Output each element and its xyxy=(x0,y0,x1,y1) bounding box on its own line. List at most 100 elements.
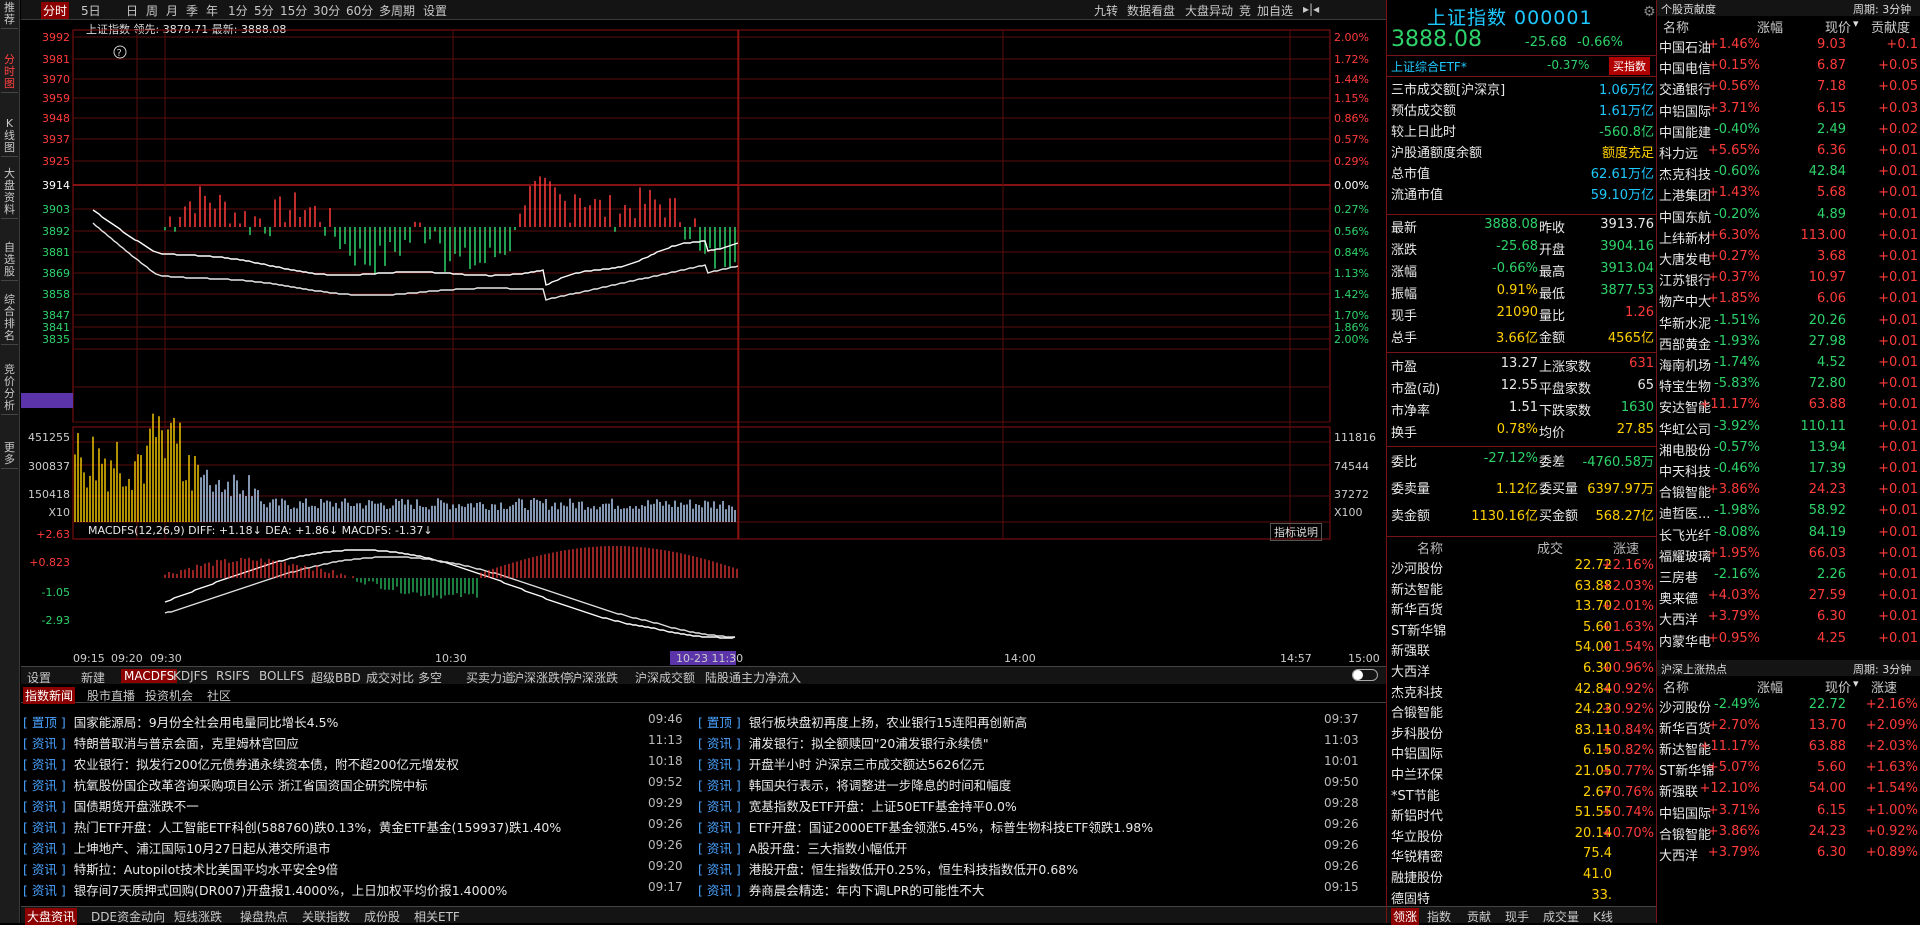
contribution-rank-stock-name[interactable]: 长飞光纤 xyxy=(1659,525,1711,544)
bottom-tab[interactable]: DDE资金动向 xyxy=(91,908,165,925)
list-stock-name[interactable]: ST新华锦 xyxy=(1391,620,1446,639)
contribution-rank-stock-name[interactable]: 交通银行 xyxy=(1659,79,1711,98)
settings-icon[interactable]: ⚙ xyxy=(1643,4,1656,20)
bottom-tab[interactable]: 相关ETF xyxy=(414,908,460,925)
indicator-tab[interactable]: RSIFS xyxy=(216,669,250,683)
list-stock-name[interactable]: 新强联 xyxy=(1391,640,1430,659)
news-title[interactable]: 热门ETF开盘：人工智能ETF科创(588760)跌0.13%，黄金ETF基金(… xyxy=(74,820,562,835)
indicator-tab[interactable]: 沪深涨跌 xyxy=(570,669,618,686)
quote-bottom-tab[interactable]: 领涨 xyxy=(1391,908,1420,925)
contribution-rank-stock-name[interactable]: 中天科技 xyxy=(1659,461,1711,480)
indicator-tab[interactable]: 成交对比 xyxy=(366,669,414,686)
news-item[interactable]: [ 资讯 ] 券商晨会精选：年内下调LPR的可能性不大 xyxy=(698,880,984,900)
contribution-rank-stock-name[interactable]: 华新水泥 xyxy=(1659,313,1711,332)
news-item[interactable]: [ 资讯 ] 特斯拉：Autopilot技术比美国平均水平安全9倍 xyxy=(23,859,338,879)
news-title[interactable]: 港股开盘：恒生指数低开0.25%，恒生科技指数低开0.68% xyxy=(749,862,1078,877)
contribution-rank-stock-name[interactable]: 物产中大 xyxy=(1659,291,1711,310)
bottom-tab[interactable]: 成份股 xyxy=(364,908,400,925)
contribution-rank-stock-name[interactable]: 迪哲医... xyxy=(1659,503,1710,522)
news-title[interactable]: 浦发银行：拟全额赎回"20浦发银行永续债" xyxy=(749,736,989,751)
contribution-rank-stock-name[interactable]: 江苏银行 xyxy=(1659,270,1711,289)
news-item[interactable]: [ 资讯 ] 杭氧股份国企改革咨询采购项目公示 浙江省国资国企研究院中标 xyxy=(23,775,428,795)
news-item[interactable]: [ 资讯 ] 农业银行：拟发行200亿元债券通永续资本债，附不超200亿元增发权 xyxy=(23,754,459,774)
bottom-tab[interactable]: 短线涨跌 xyxy=(174,908,222,925)
list-stock-name[interactable]: 德固特 xyxy=(1391,888,1430,907)
hot-rank-stock-name[interactable]: 大西洋 xyxy=(1659,845,1698,864)
list-stock-name[interactable]: 中铝国际 xyxy=(1391,743,1443,762)
indicator-tab[interactable]: MACDFS xyxy=(121,669,178,683)
news-title[interactable]: ETF开盘：国证2000ETF基金领涨5.45%，标普生物科技ETF领跌1.98… xyxy=(749,820,1153,835)
indicator-tab[interactable]: KDJFS xyxy=(173,669,208,683)
news-title[interactable]: 上坤地产、浦江国际10月27日起从港交所退市 xyxy=(74,841,331,856)
quote-bottom-tab[interactable]: 现手 xyxy=(1505,908,1529,925)
contribution-rank-stock-name[interactable]: 华虹公司 xyxy=(1659,419,1711,438)
quote-bottom-tab[interactable]: 指数 xyxy=(1427,908,1451,925)
list-stock-name[interactable]: 步科股份 xyxy=(1391,723,1443,742)
news-title[interactable]: A股开盘：三大指数小幅低开 xyxy=(749,841,908,856)
toggle-switch[interactable] xyxy=(1352,669,1378,681)
list-stock-name[interactable]: 新华百货 xyxy=(1391,599,1443,618)
contribution-rank-stock-name[interactable]: 上纬新材 xyxy=(1659,228,1711,247)
news-item[interactable]: [ 资讯 ] 国债期货开盘涨跌不一 xyxy=(23,796,199,816)
contribution-rank-stock-name[interactable]: 杰克科技 xyxy=(1659,164,1711,183)
news-title[interactable]: 韩国央行表示，将调整进一步降息的时间和幅度 xyxy=(749,778,1012,793)
indicator-help-button[interactable]: 指标说明 xyxy=(1270,523,1322,541)
contribution-rank-stock-name[interactable]: 中铝国际 xyxy=(1659,101,1711,120)
news-title[interactable]: 国债期货开盘涨跌不一 xyxy=(74,799,199,814)
news-title[interactable]: 特斯拉：Autopilot技术比美国平均水平安全9倍 xyxy=(74,862,338,877)
indicator-tab[interactable]: 新建 xyxy=(81,669,105,686)
list-stock-name[interactable]: 新达智能 xyxy=(1391,579,1443,598)
indicator-tab[interactable]: 超级BBD xyxy=(311,669,361,686)
list-stock-name[interactable]: 华锐精密 xyxy=(1391,846,1443,865)
news-item[interactable]: [ 资讯 ] A股开盘：三大指数小幅低开 xyxy=(698,838,907,858)
contribution-rank-stock-name[interactable]: 中国石油 xyxy=(1659,37,1711,56)
hot-rank-stock-name[interactable]: 中铝国际 xyxy=(1659,803,1711,822)
list-stock-name[interactable]: 合锻智能 xyxy=(1391,702,1443,721)
list-stock-name[interactable]: 中兰环保 xyxy=(1391,764,1443,783)
news-title[interactable]: 特朗普取消与普京会面，克里姆林宫回应 xyxy=(74,736,299,751)
news-item[interactable]: [ 资讯 ] ETF开盘：国证2000ETF基金领涨5.45%，标普生物科技ETF… xyxy=(698,817,1153,837)
bottom-tab[interactable]: 关联指数 xyxy=(302,908,350,925)
news-item[interactable]: [ 资讯 ] 上坤地产、浦江国际10月27日起从港交所退市 xyxy=(23,838,331,858)
indicator-tab[interactable]: BOLLFS xyxy=(259,669,304,683)
intraday-chart[interactable]: 3992 2.00% 3981 1.72% 3970 1.44% 3959 1.15% 3948… xyxy=(0,0,1386,666)
contribution-rank-stock-name[interactable]: 中国能建 xyxy=(1659,122,1711,141)
news-title[interactable]: 银行板块盘初再度上扬，农业银行15连阳再创新高 xyxy=(749,715,1027,730)
news-tab[interactable]: 指数新闻 xyxy=(23,687,76,704)
news-item[interactable]: [ 资讯 ] 银存间7天质押式回购(DR007)开盘报1.4000%，上日加权平均… xyxy=(23,880,507,900)
hot-rank-stock-name[interactable]: 新强联 xyxy=(1659,781,1698,800)
indicator-tab[interactable]: 陆股通主力净流入 xyxy=(705,669,801,686)
buy-index-button[interactable]: 买指数 xyxy=(1609,57,1650,75)
indicator-tab[interactable]: 沪深涨跌停 xyxy=(512,669,572,686)
news-item[interactable]: [ 资讯 ] 热门ETF开盘：人工智能ETF科创(588760)跌0.13%，黄金… xyxy=(23,817,561,837)
news-title[interactable]: 银存间7天质押式回购(DR007)开盘报1.4000%，上日加权平均价报1.40… xyxy=(74,883,508,898)
news-item[interactable]: [ 资讯 ] 开盘半小时 沪深京三市成交额达5626亿元 xyxy=(698,754,985,774)
news-item[interactable]: [ 置顶 ] 国家能源局：9月份全社会用电量同比增长4.5% xyxy=(23,712,338,732)
news-title[interactable]: 宽基指数及ETF开盘：上证50ETF基金持平0.0% xyxy=(749,799,1017,814)
contribution-rank-stock-name[interactable]: 中国电信 xyxy=(1659,58,1711,77)
contribution-rank-stock-name[interactable]: 海南机场 xyxy=(1659,355,1711,374)
contribution-rank-stock-name[interactable]: 大西洋 xyxy=(1659,609,1698,628)
contribution-rank-stock-name[interactable]: 湘电股份 xyxy=(1659,440,1711,459)
news-item[interactable]: [ 资讯 ] 港股开盘：恒生指数低开0.25%，恒生科技指数低开0.68% xyxy=(698,859,1078,879)
list-stock-name[interactable]: 华立股份 xyxy=(1391,826,1443,845)
contribution-rank-stock-name[interactable]: 特宝生物 xyxy=(1659,376,1711,395)
contribution-rank-stock-name[interactable]: 内蒙华电 xyxy=(1659,631,1711,650)
news-title[interactable]: 农业银行：拟发行200亿元债券通永续资本债，附不超200亿元增发权 xyxy=(74,757,459,772)
quote-bottom-tab[interactable]: 贡献 xyxy=(1467,908,1491,925)
indicator-tab[interactable]: 多空 xyxy=(418,669,442,686)
bottom-tab[interactable]: 操盘热点 xyxy=(240,908,288,925)
quote-bottom-tab[interactable]: K线 xyxy=(1593,908,1613,925)
news-tab[interactable]: 投资机会 xyxy=(145,687,193,704)
news-tab[interactable]: 股市直播 xyxy=(87,687,135,704)
list-stock-name[interactable]: 大西洋 xyxy=(1391,661,1430,680)
hot-rank-stock-name[interactable]: 沙河股份 xyxy=(1659,697,1711,716)
news-item[interactable]: [ 资讯 ] 浦发银行：拟全额赎回"20浦发银行永续债" xyxy=(698,733,989,753)
contribution-rank-stock-name[interactable]: 合锻智能 xyxy=(1659,482,1711,501)
indicator-tab[interactable]: 设置 xyxy=(27,669,51,686)
contribution-rank-stock-name[interactable]: 奥来德 xyxy=(1659,588,1698,607)
news-title[interactable]: 杭氧股份国企改革咨询采购项目公示 浙江省国资国企研究院中标 xyxy=(74,778,428,793)
list-stock-name[interactable]: 新铝时代 xyxy=(1391,805,1443,824)
news-item[interactable]: [ 置顶 ] 银行板块盘初再度上扬，农业银行15连阳再创新高 xyxy=(698,712,1027,732)
bottom-tab[interactable]: 大盘资讯 xyxy=(25,908,78,925)
